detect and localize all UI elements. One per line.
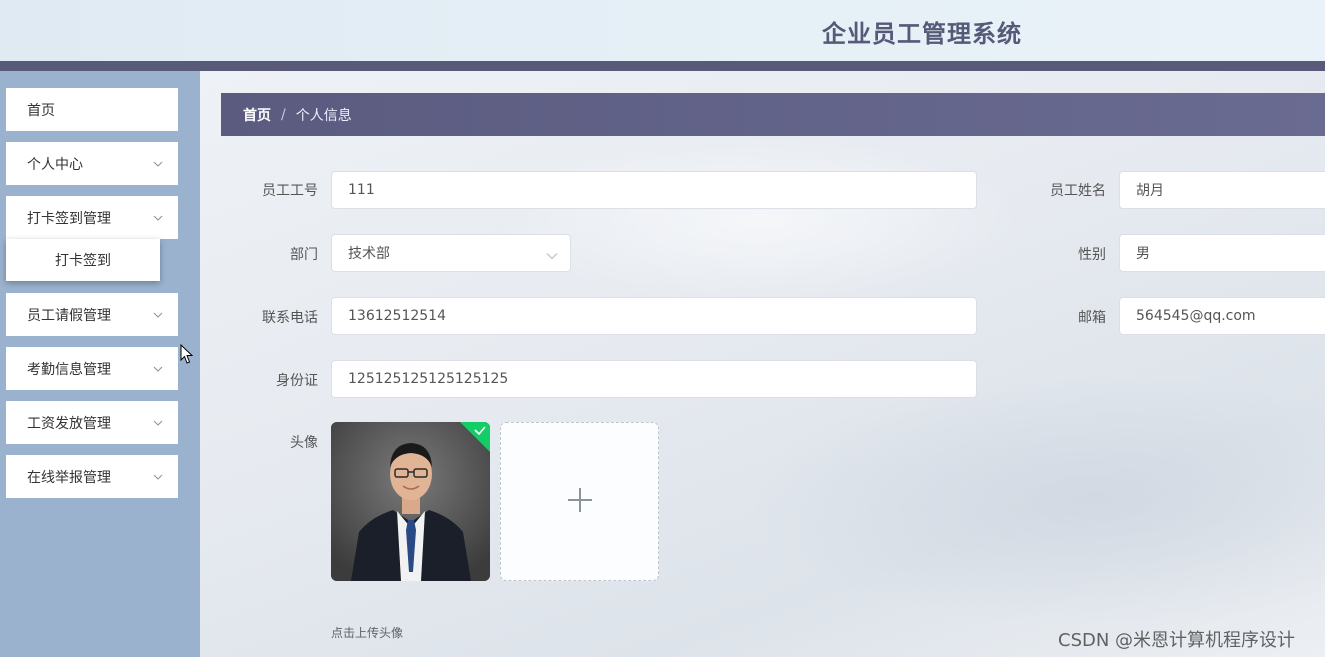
breadcrumb-home-link[interactable]: 首页 xyxy=(243,105,271,125)
sidebar-item-label: 工资发放管理 xyxy=(27,415,111,432)
sidebar-item-checkin-management[interactable]: 打卡签到管理 xyxy=(6,196,178,239)
sidebar-item-label: 考勤信息管理 xyxy=(27,361,111,378)
employee-name-value: 胡月 xyxy=(1136,183,1164,199)
email-input[interactable]: 564545@qq.com xyxy=(1119,297,1325,335)
id-card-value: 125125125125125125 xyxy=(348,371,509,387)
app-title: 企业员工管理系统 xyxy=(822,20,1022,48)
breadcrumb-current: 个人信息 xyxy=(295,107,352,124)
department-select[interactable]: 技术部 xyxy=(331,234,571,272)
sidebar-item-label: 员工请假管理 xyxy=(27,307,111,324)
sidebar-item-attendance-management[interactable]: 考勤信息管理 xyxy=(6,347,178,390)
breadcrumb: 首页 / 个人信息 xyxy=(221,93,1325,136)
avatar-photo xyxy=(331,422,490,581)
employee-name-label: 员工姓名 xyxy=(1050,183,1106,199)
watermark-text: CSDN @米恩计算机程序设计 xyxy=(1058,630,1296,651)
chevron-down-icon xyxy=(152,212,164,224)
avatar-label: 头像 xyxy=(290,435,318,451)
sidebar-item-label: 个人中心 xyxy=(27,156,83,173)
sidebar-item-personal-center[interactable]: 个人中心 xyxy=(6,142,178,185)
chevron-down-icon xyxy=(152,471,164,483)
gender-value: 男 xyxy=(1136,246,1150,262)
avatar-thumbnail[interactable] xyxy=(331,422,490,581)
sidebar-item-salary-management[interactable]: 工资发放管理 xyxy=(6,401,178,444)
breadcrumb-separator: / xyxy=(281,106,286,123)
sidebar-item-leave-management[interactable]: 员工请假管理 xyxy=(6,293,178,336)
chevron-down-icon xyxy=(546,248,558,264)
phone-input[interactable]: 13612512514 xyxy=(331,297,977,335)
app-header: 企业员工管理系统 xyxy=(0,0,1325,61)
gender-input[interactable]: 男 xyxy=(1119,234,1325,272)
plus-icon xyxy=(566,486,594,518)
submenu-item-label: 打卡签到 xyxy=(55,253,111,269)
email-label: 邮箱 xyxy=(1078,310,1106,326)
employee-name-input[interactable]: 胡月 xyxy=(1119,171,1325,209)
employee-no-input[interactable]: 111 xyxy=(331,171,977,209)
sidebar-item-label: 首页 xyxy=(27,102,55,119)
id-card-input[interactable]: 125125125125125125 xyxy=(331,360,977,398)
sidebar-item-label: 打卡签到管理 xyxy=(27,210,111,227)
gender-label: 性别 xyxy=(1078,247,1106,263)
phone-value: 13612512514 xyxy=(348,308,446,324)
upload-avatar-button[interactable] xyxy=(500,422,659,581)
id-card-label: 身份证 xyxy=(276,373,318,389)
mouse-cursor-icon xyxy=(180,343,194,369)
employee-no-label: 员工工号 xyxy=(262,183,318,199)
email-value: 564545@qq.com xyxy=(1136,308,1256,324)
sidebar-item-report-management[interactable]: 在线举报管理 xyxy=(6,455,178,498)
sidebar-item-home[interactable]: 首页 xyxy=(6,88,178,131)
phone-label: 联系电话 xyxy=(262,310,318,326)
chevron-down-icon xyxy=(152,309,164,321)
submenu-item-checkin[interactable]: 打卡签到 xyxy=(6,239,160,281)
department-label: 部门 xyxy=(290,247,318,263)
header-divider-bar xyxy=(0,61,1325,71)
sidebar-item-label: 在线举报管理 xyxy=(27,469,111,486)
upload-hint-text: 点击上传头像 xyxy=(331,626,404,640)
chevron-down-icon xyxy=(152,363,164,375)
department-value: 技术部 xyxy=(348,246,390,262)
chevron-down-icon xyxy=(152,417,164,429)
employee-no-value: 111 xyxy=(348,182,375,198)
chevron-down-icon xyxy=(152,158,164,170)
